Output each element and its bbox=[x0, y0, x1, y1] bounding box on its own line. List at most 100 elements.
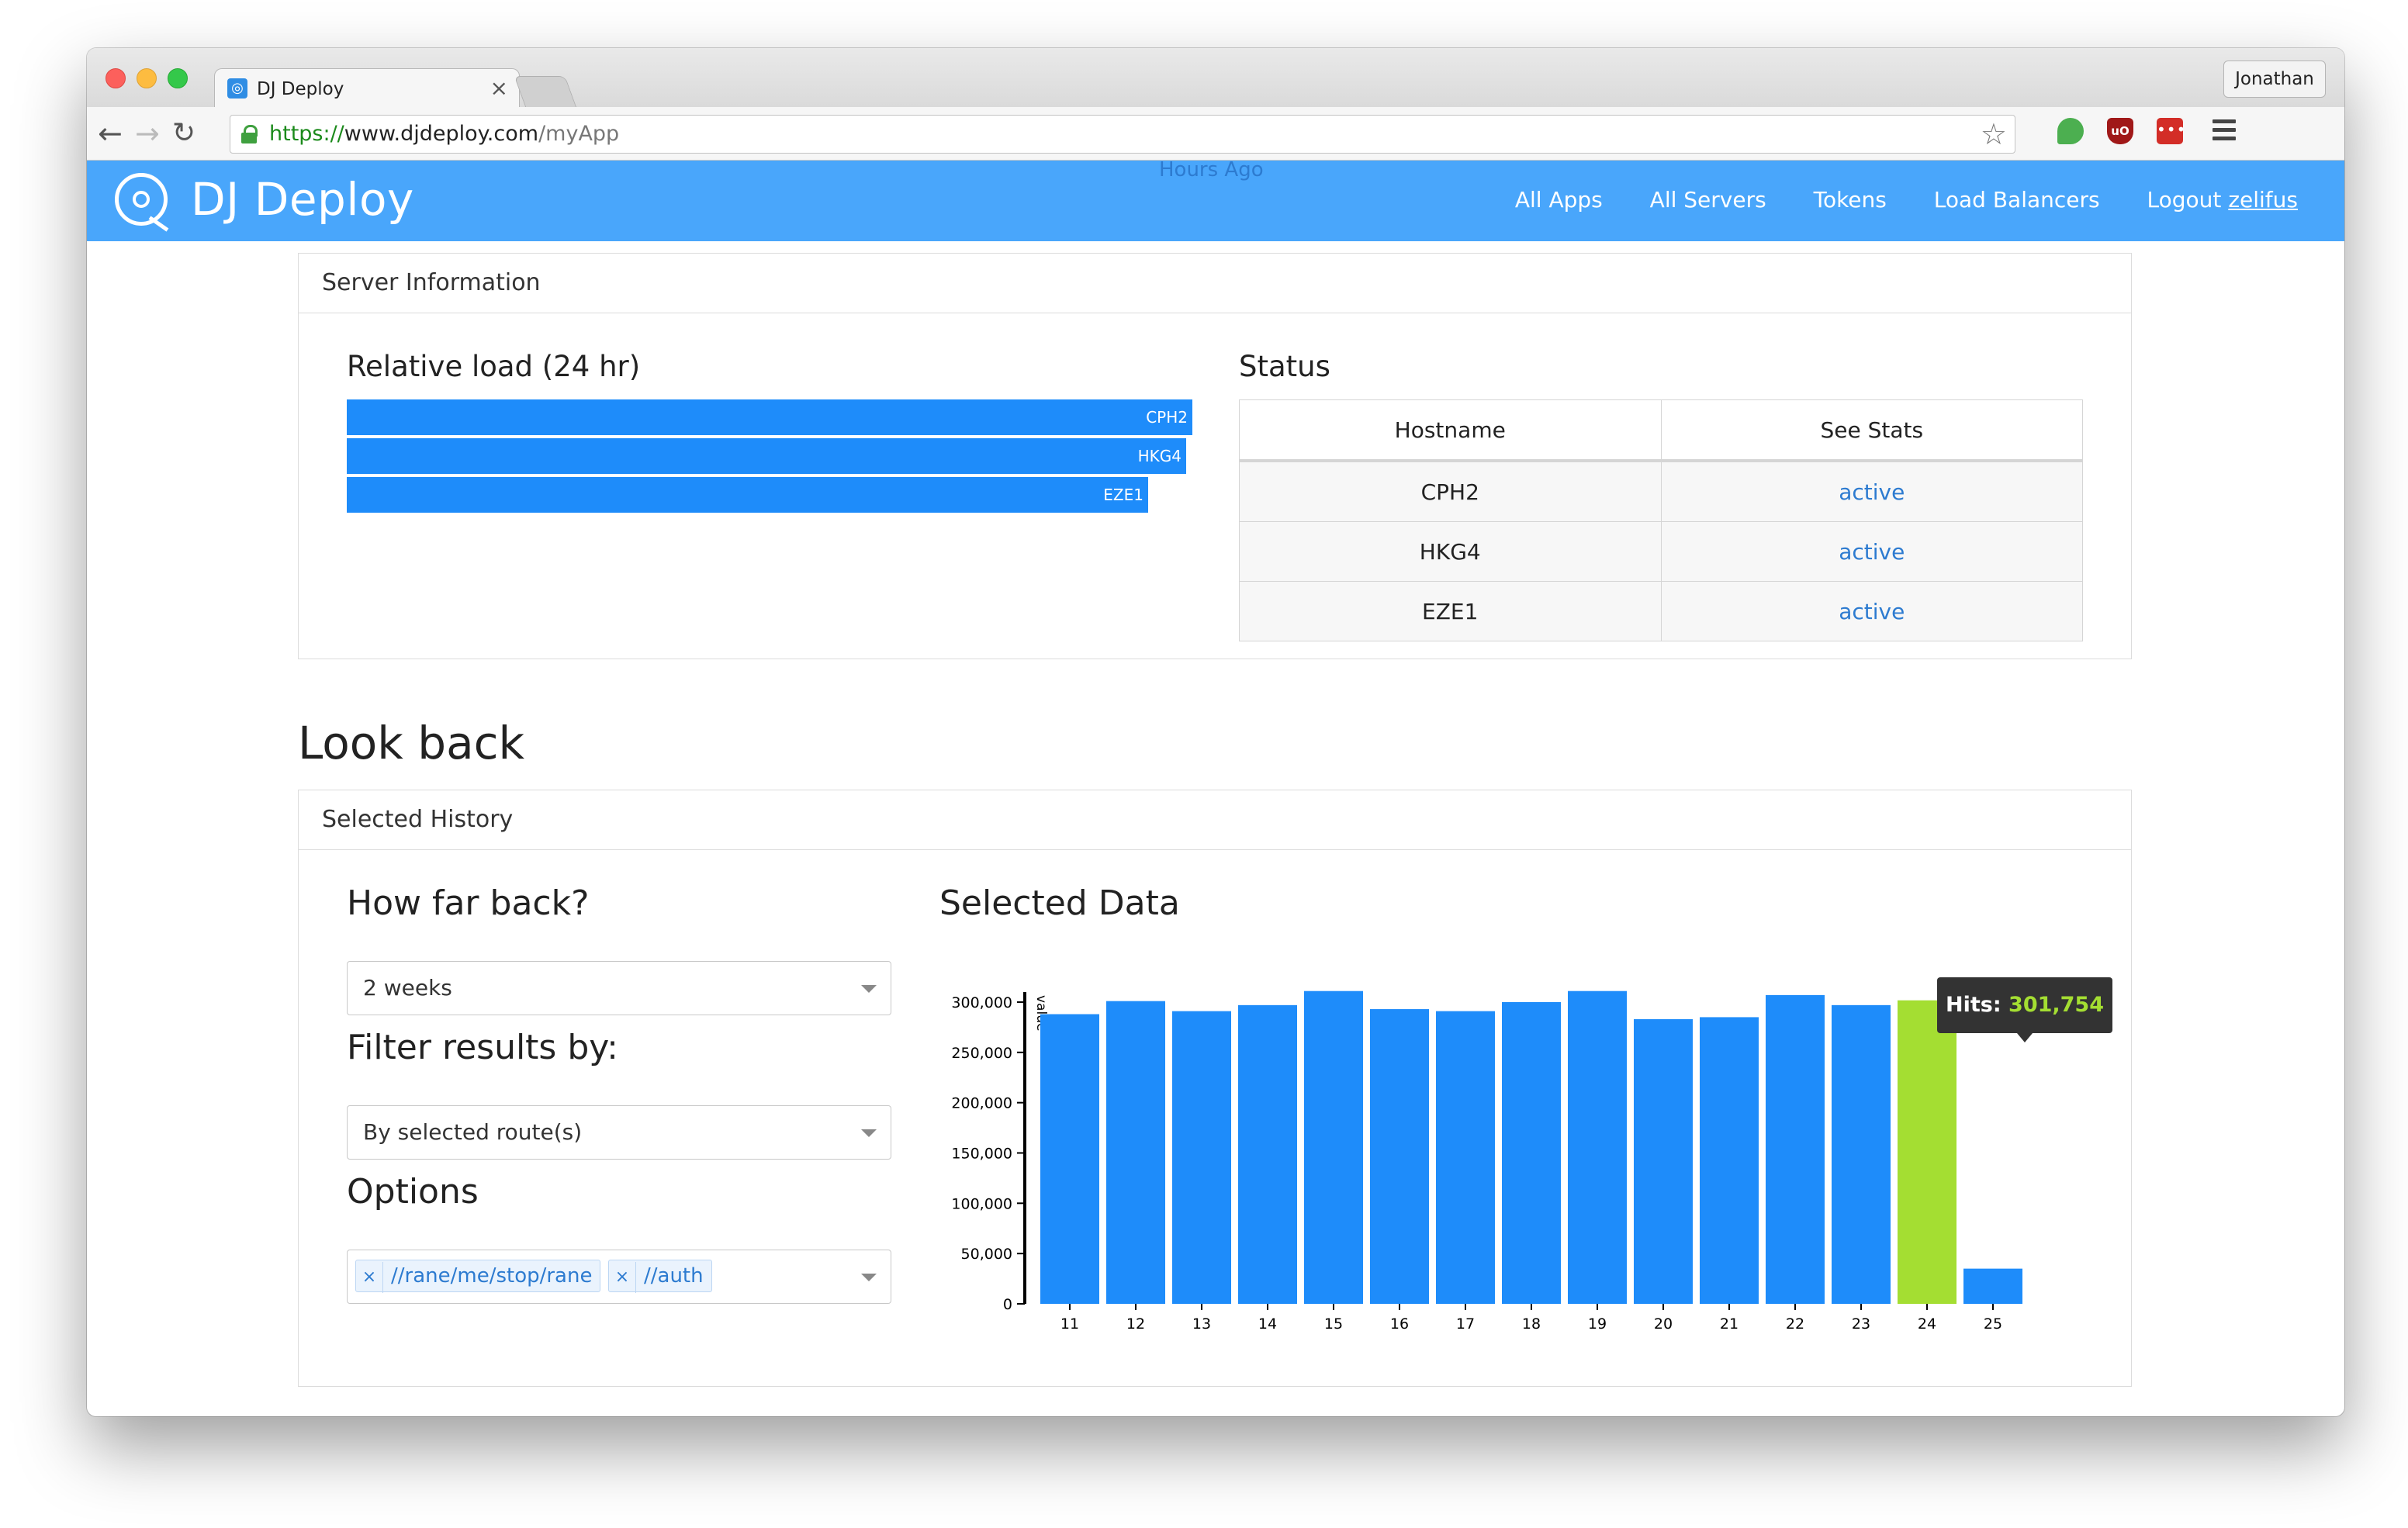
relative-load-title: Relative load (24 hr) bbox=[347, 350, 641, 383]
reload-icon[interactable]: ↻ bbox=[172, 115, 195, 152]
lastpass-extension-icon[interactable]: ••• bbox=[2157, 118, 2185, 144]
stats-link[interactable]: active bbox=[1660, 581, 2083, 641]
nav-logout[interactable]: Logout bbox=[2147, 187, 2222, 213]
y-tick-label: 150,000 bbox=[951, 1145, 1012, 1162]
close-icon[interactable]: × bbox=[490, 75, 508, 101]
tooltip-label: Hits: bbox=[1945, 993, 2001, 1017]
lock-icon bbox=[241, 125, 258, 143]
new-tab-button[interactable] bbox=[514, 76, 577, 108]
how-far-back-label: How far back? bbox=[347, 883, 590, 923]
bar-22 bbox=[1766, 994, 1825, 1304]
x-tick-label: 14 bbox=[1258, 1315, 1277, 1333]
x-tick-label: 16 bbox=[1390, 1315, 1409, 1333]
chevron-down-icon bbox=[861, 985, 877, 993]
nav-load-balancers[interactable]: Load Balancers bbox=[1934, 187, 2100, 213]
column-header-hostname: Hostname bbox=[1239, 399, 1662, 462]
option-tag-label: //auth bbox=[644, 1264, 704, 1288]
options-multiselect[interactable]: × //rane/me/stop/rane × //auth bbox=[347, 1250, 891, 1304]
favicon-icon: ◎ bbox=[227, 78, 247, 99]
nav-all-apps[interactable]: All Apps bbox=[1515, 187, 1603, 213]
bar-21 bbox=[1700, 1017, 1759, 1304]
browser-toolbar: ← → ↻ https://www.djdeploy.com/myApp ☆ u… bbox=[87, 107, 2344, 161]
bar-20 bbox=[1634, 1019, 1693, 1304]
nav-all-servers[interactable]: All Servers bbox=[1650, 187, 1766, 213]
stats-link[interactable]: active bbox=[1660, 460, 2083, 522]
logo-icon bbox=[115, 173, 169, 232]
how-far-back-select[interactable]: 2 weeks bbox=[347, 961, 891, 1015]
x-tick-label: 22 bbox=[1786, 1315, 1804, 1333]
bar-25 bbox=[1963, 1268, 2022, 1304]
nav-user-link[interactable]: zelifus bbox=[2228, 187, 2298, 213]
selected-history-panel: Selected History How far back? 2 weeks F… bbox=[298, 790, 2132, 1387]
filter-results-value: By selected route(s) bbox=[363, 1119, 583, 1145]
y-tick-label: 250,000 bbox=[951, 1045, 1012, 1062]
filter-results-select[interactable]: By selected route(s) bbox=[347, 1105, 891, 1160]
bar-17 bbox=[1436, 1011, 1495, 1304]
close-window-button[interactable] bbox=[106, 68, 126, 88]
bookmark-star-icon[interactable]: ☆ bbox=[1981, 119, 2007, 150]
x-tick-label: 18 bbox=[1522, 1315, 1541, 1333]
url-text[interactable]: https://www.djdeploy.com/myApp bbox=[269, 123, 619, 145]
x-tick-label: 25 bbox=[1984, 1315, 2002, 1333]
table-row: EZE1 active bbox=[1239, 581, 2083, 641]
column-header-see-stats: See Stats bbox=[1660, 399, 2083, 462]
y-tick-label: 300,000 bbox=[951, 994, 1012, 1011]
minimize-window-button[interactable] bbox=[137, 68, 157, 88]
chevron-down-icon bbox=[861, 1129, 877, 1137]
y-tick-label: 0 bbox=[1003, 1296, 1012, 1313]
x-tick-label: 23 bbox=[1852, 1315, 1870, 1333]
server-information-panel: Server Information Relative load (24 hr)… bbox=[298, 253, 2132, 659]
stats-link[interactable]: active bbox=[1660, 521, 2083, 582]
browser-window: ◎ DJ Deploy × Jonathan ← → ↻ https://www… bbox=[87, 48, 2344, 1416]
ublock-extension-icon[interactable]: uO bbox=[2107, 118, 2133, 144]
y-tick-label: 50,000 bbox=[961, 1246, 1012, 1263]
bar-11 bbox=[1040, 1014, 1099, 1304]
chevron-down-icon bbox=[861, 1274, 877, 1281]
load-bar-eze1: EZE1 bbox=[347, 477, 1148, 513]
chart-tooltip: Hits: 301,754 bbox=[1937, 977, 2112, 1042]
zoom-window-button[interactable] bbox=[168, 68, 188, 88]
hours-ago-label: Hours Ago bbox=[1159, 158, 1264, 181]
status-title: Status bbox=[1239, 350, 1330, 383]
remove-tag-icon[interactable]: × bbox=[356, 1262, 383, 1293]
how-far-back-value: 2 weeks bbox=[363, 975, 452, 1001]
profile-button[interactable]: Jonathan bbox=[2223, 60, 2326, 98]
selected-data-chart: 0 50,000 100,000 150,000 200,000 250,000 300,0… bbox=[951, 990, 2022, 1333]
table-row: HKG4 active bbox=[1239, 521, 2083, 582]
forward-arrow-icon[interactable]: → bbox=[135, 115, 160, 152]
tooltip-value: 301,754 bbox=[2008, 993, 2105, 1017]
tab-title: DJ Deploy bbox=[257, 79, 344, 99]
x-tick-label: 13 bbox=[1192, 1315, 1211, 1333]
address-bar[interactable]: https://www.djdeploy.com/myApp ☆ bbox=[230, 115, 2015, 154]
bar-19 bbox=[1568, 990, 1627, 1304]
x-tick-label: 24 bbox=[1918, 1315, 1936, 1333]
bar-14 bbox=[1238, 1004, 1297, 1304]
remove-tag-icon[interactable]: × bbox=[609, 1262, 636, 1293]
bar-16 bbox=[1370, 1009, 1429, 1304]
load-bar-cph2: CPH2 bbox=[347, 399, 1192, 435]
option-tag: × //auth bbox=[608, 1260, 712, 1293]
tab-strip: ◎ DJ Deploy × Jonathan bbox=[87, 48, 2344, 109]
url-scheme: https:// bbox=[269, 122, 344, 146]
menu-icon[interactable] bbox=[2213, 119, 2236, 145]
options-label: Options bbox=[347, 1172, 479, 1212]
x-tick-label: 15 bbox=[1324, 1315, 1343, 1333]
back-arrow-icon[interactable]: ← bbox=[98, 115, 123, 152]
bar-24 bbox=[1898, 1000, 1956, 1304]
selected-data-title: Selected Data bbox=[939, 883, 1180, 923]
table-header-row: Hostname See Stats bbox=[1239, 399, 2083, 462]
browser-tab[interactable]: ◎ DJ Deploy × bbox=[214, 68, 520, 109]
panel-heading: Server Information bbox=[299, 254, 2131, 313]
y-tick-label: 100,000 bbox=[951, 1195, 1012, 1212]
hostname-cell: CPH2 bbox=[1239, 460, 1662, 522]
filter-results-label: Filter results by: bbox=[347, 1028, 618, 1067]
nav-tokens[interactable]: Tokens bbox=[1814, 187, 1887, 213]
load-bar-hkg4: HKG4 bbox=[347, 438, 1186, 474]
bar-13 bbox=[1172, 1011, 1231, 1304]
evernote-extension-icon[interactable] bbox=[2057, 118, 2084, 144]
brand-name[interactable]: DJ Deploy bbox=[191, 173, 414, 226]
option-tag-label: //rane/me/stop/rane bbox=[391, 1264, 593, 1288]
x-tick-label: 17 bbox=[1456, 1315, 1475, 1333]
x-tick-label: 12 bbox=[1126, 1315, 1145, 1333]
url-host: www.djdeploy.com bbox=[344, 122, 539, 146]
